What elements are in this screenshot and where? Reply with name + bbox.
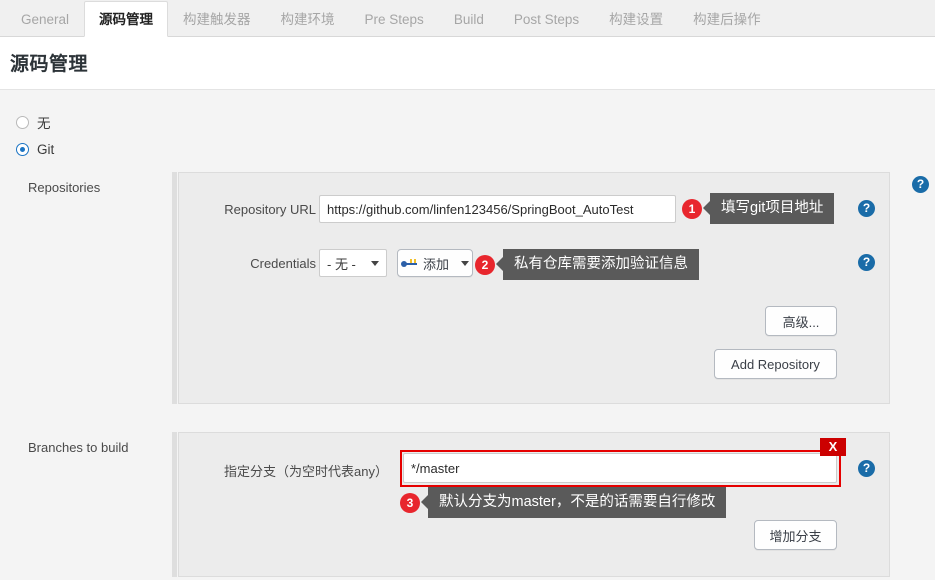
add-branch-button-label: 增加分支 (769, 528, 822, 544)
add-credentials-label: 添加 (422, 256, 449, 272)
scm-option-git-label: Git (37, 142, 55, 157)
add-repository-button-label: Add Repository (731, 356, 820, 372)
tab-build-settings[interactable]: 构建设置 (594, 1, 678, 37)
repositories-section-bar (172, 172, 177, 404)
credentials-help-icon[interactable]: ? (858, 254, 875, 271)
branches-section-bar (172, 432, 177, 577)
credentials-select[interactable]: - 无 - (319, 249, 387, 277)
add-repository-button[interactable]: Add Repository (714, 349, 837, 379)
annotation-callout-1: 填写git项目地址 (702, 193, 835, 224)
add-credentials-button[interactable]: 添加 (397, 249, 473, 277)
tab-build[interactable]: Build (439, 1, 499, 37)
credentials-select-value: - 无 - (327, 256, 356, 272)
branches-section-label: Branches to build (28, 440, 129, 455)
advanced-button[interactable]: 高级... (765, 306, 837, 336)
annotation-callout-2: 私有仓库需要添加验证信息 (496, 249, 699, 280)
branch-specifier-help-icon[interactable]: ? (858, 460, 875, 477)
tab-pre-steps[interactable]: Pre Steps (350, 1, 439, 37)
chevron-down-icon (461, 260, 469, 266)
tab-source-code-management[interactable]: 源码管理 (84, 1, 169, 37)
branch-specifier-label: 指定分支（为空时代表any） (224, 464, 388, 479)
repository-url-help-icon[interactable]: ? (858, 200, 875, 217)
annotation-badge-2: 2 (475, 255, 495, 275)
page-title: 源码管理 (10, 54, 89, 75)
scm-option-none[interactable]: 无 (16, 112, 51, 132)
tab-general[interactable]: General (6, 1, 84, 37)
repository-url-label: Repository URL (224, 202, 316, 217)
tab-post-build-actions[interactable]: 构建后操作 (678, 1, 776, 37)
repositories-section-label: Repositories (28, 180, 101, 195)
key-icon (400, 257, 418, 269)
branch-specifier-input[interactable] (403, 453, 837, 483)
scm-option-none-label: 无 (37, 116, 51, 131)
advanced-button-label: 高级... (782, 314, 820, 330)
repositories-section-help-icon[interactable]: ? (912, 176, 929, 193)
scm-config-body: 无 Git Repositories Repository URL ? Cred… (0, 90, 935, 580)
scm-option-git[interactable]: Git (16, 142, 54, 157)
credentials-label: Credentials (250, 256, 316, 271)
tab-post-steps[interactable]: Post Steps (499, 1, 594, 37)
annotation-badge-1: 1 (682, 199, 702, 219)
tab-build-triggers[interactable]: 构建触发器 (168, 1, 266, 37)
annotation-badge-3: 3 (400, 493, 420, 513)
annotation-callout-3: 默认分支为master，不是的话需要自行修改 (420, 487, 727, 518)
config-tab-bar: General 源码管理 构建触发器 构建环境 Pre Steps Build … (0, 0, 935, 37)
chevron-down-icon (371, 260, 379, 266)
repository-url-input[interactable] (319, 195, 676, 223)
page-header: 源码管理 (0, 37, 935, 90)
tab-build-environment[interactable]: 构建环境 (266, 1, 350, 37)
radio-none[interactable] (16, 115, 29, 129)
radio-git[interactable] (16, 143, 29, 156)
branch-error-x-badge: X (820, 438, 846, 456)
add-branch-button[interactable]: 增加分支 (754, 520, 837, 550)
